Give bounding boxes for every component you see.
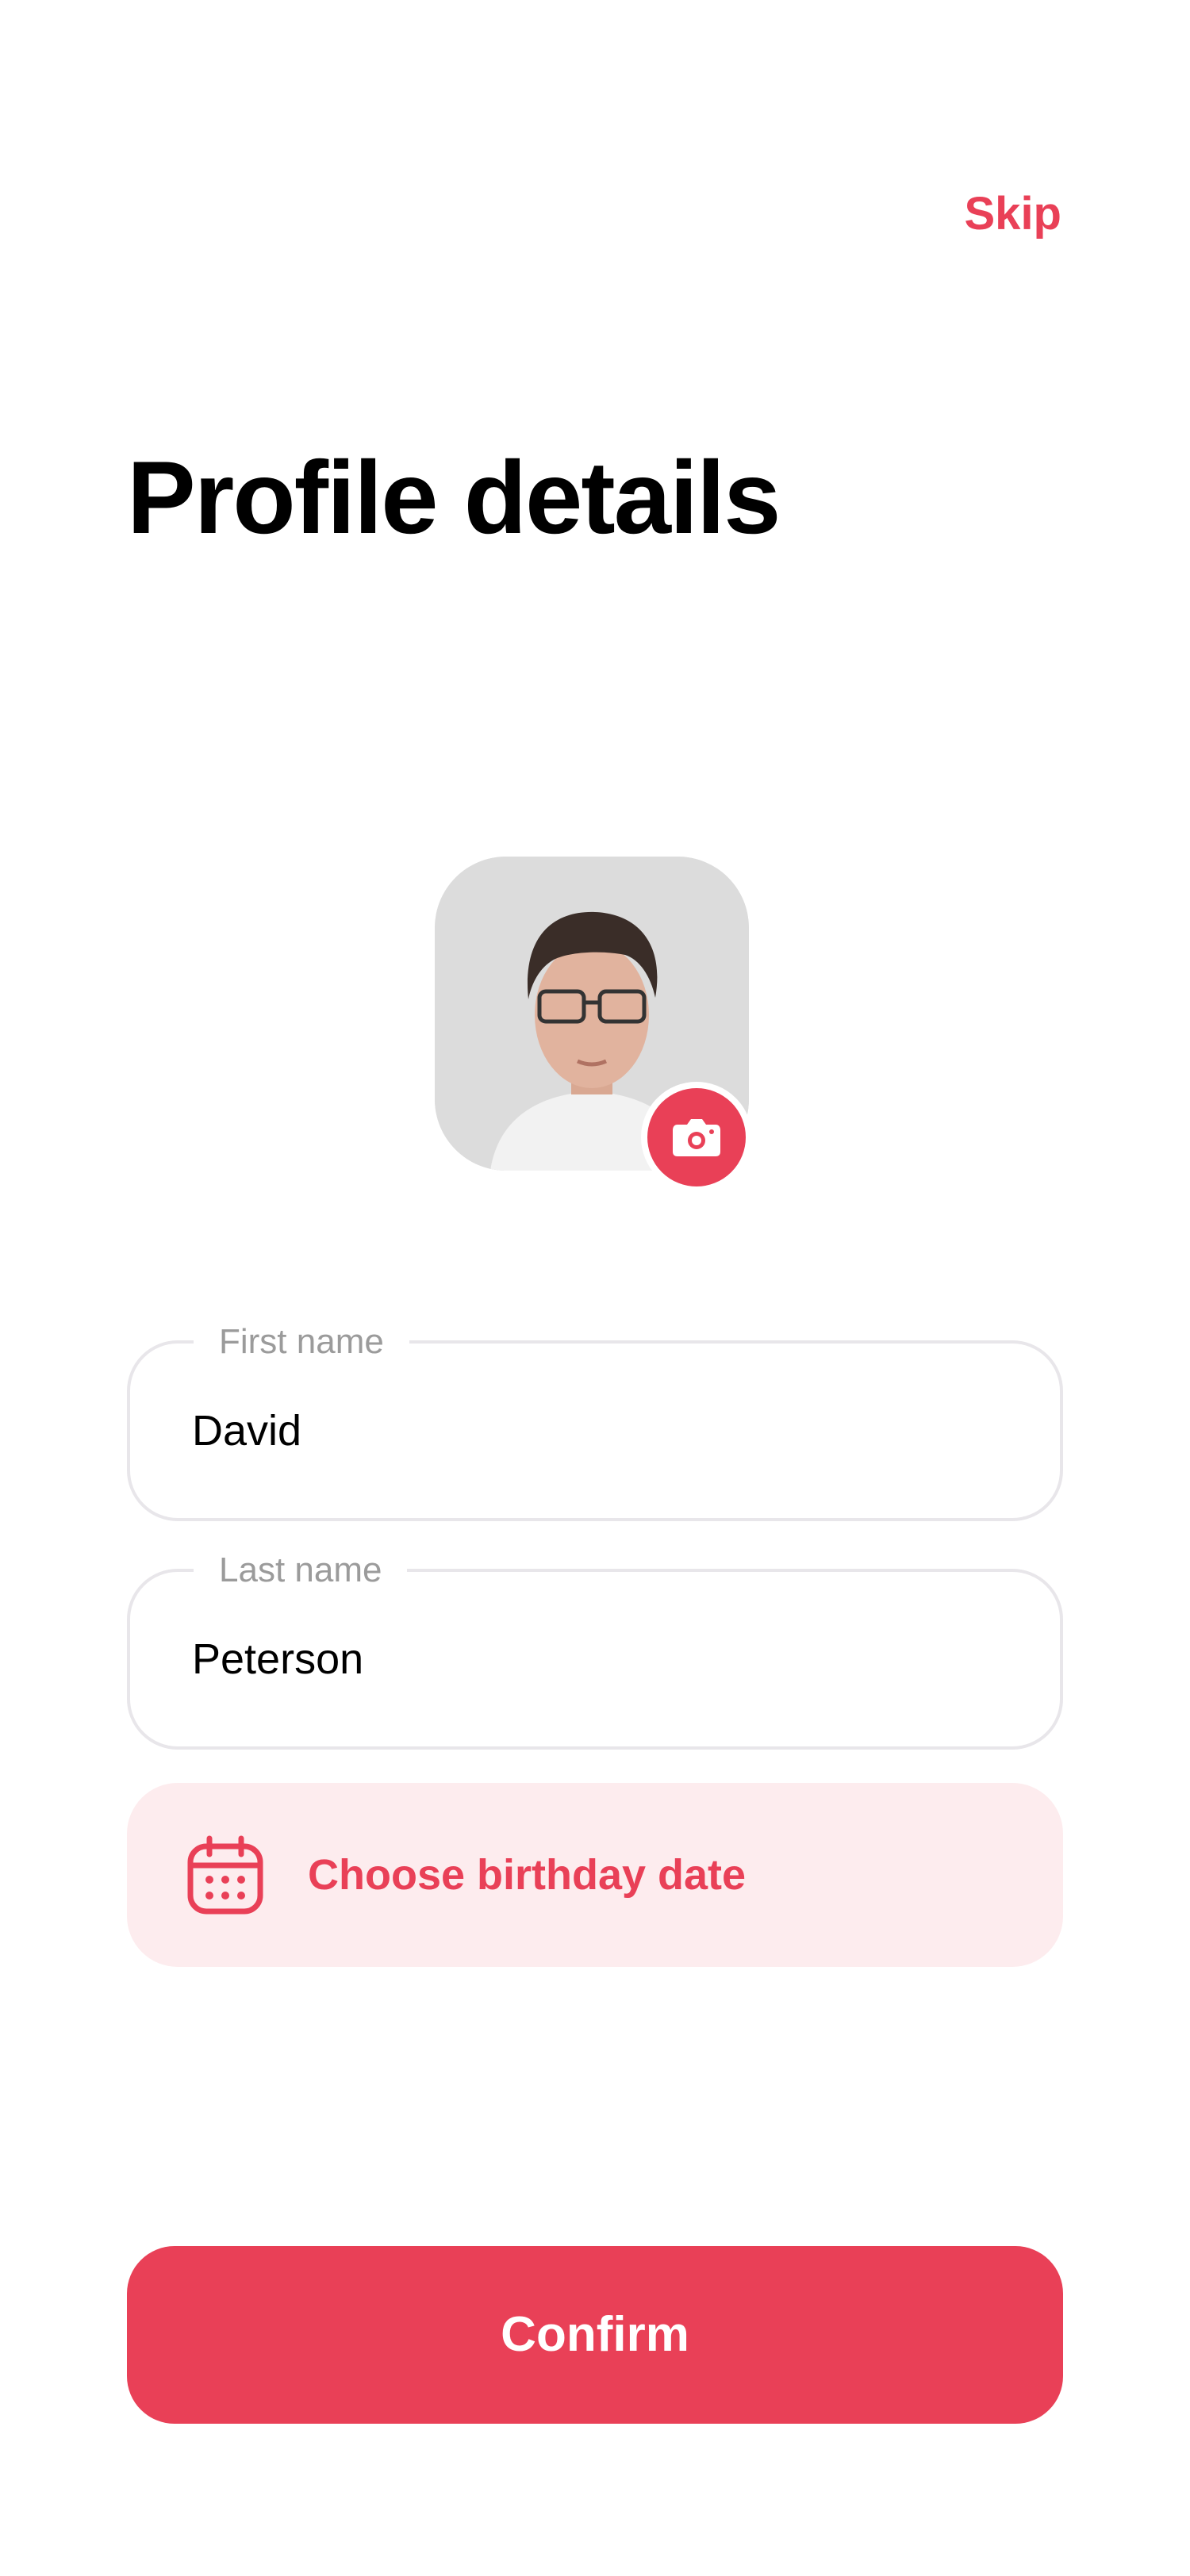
last-name-input[interactable]: Peterson	[192, 1572, 363, 1746]
last-name-field[interactable]: Last name Peterson	[127, 1548, 1063, 1750]
avatar-container	[435, 857, 752, 1193]
first-name-input[interactable]: David	[192, 1344, 301, 1518]
confirm-button[interactable]: Confirm	[127, 2246, 1063, 2424]
camera-icon	[673, 1119, 720, 1156]
change-photo-button[interactable]	[641, 1082, 752, 1193]
skip-button[interactable]: Skip	[965, 187, 1062, 240]
birthday-label: Choose birthday date	[308, 1851, 747, 1899]
calendar-icon	[187, 1835, 263, 1915]
choose-birthday-button[interactable]: Choose birthday date	[127, 1783, 1063, 1967]
page-title: Profile details	[127, 439, 781, 555]
first-name-field[interactable]: First name David	[127, 1320, 1063, 1521]
